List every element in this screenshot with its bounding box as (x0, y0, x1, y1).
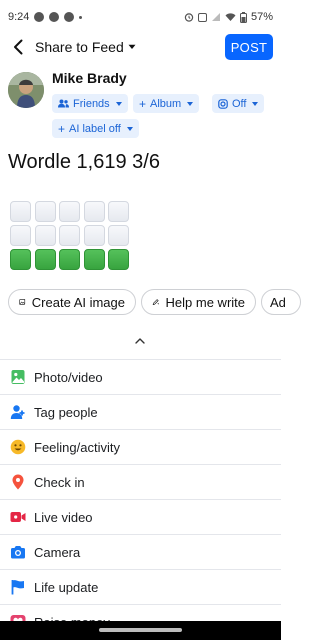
wordle-tile-empty (108, 225, 129, 246)
nfc-icon (197, 12, 207, 22)
wordle-tile-empty (108, 201, 129, 222)
wordle-tile-empty (10, 201, 31, 222)
system-navigation-bar (0, 621, 281, 640)
back-arrow-icon (14, 39, 23, 55)
chevron-down-icon (126, 126, 133, 131)
battery-icon (239, 11, 247, 23)
more-notifications-icon (79, 15, 83, 19)
user-name: Mike Brady (52, 70, 127, 86)
instagram-icon (218, 98, 228, 109)
audience-selector[interactable]: Friends (52, 94, 128, 113)
ai-label-text: AI label off (69, 122, 121, 135)
album-label: Album (150, 97, 182, 110)
instagram-toggle[interactable]: Off (212, 94, 265, 113)
wordle-tile-green (34, 249, 56, 270)
home-gesture-handle[interactable] (99, 628, 182, 632)
menu-item-label: Tag people (34, 405, 98, 420)
messenger-notification-icon (64, 12, 75, 22)
status-time: 9:24 (8, 11, 30, 23)
chevron-up-icon (135, 338, 145, 344)
wordle-tile-green (83, 249, 105, 270)
alarm-icon (184, 13, 194, 22)
facebook-notification-icon (34, 12, 45, 22)
pen-sparkle-icon (152, 299, 160, 306)
battery-level: 57% (250, 11, 273, 23)
instagram-toggle-label: Off (232, 97, 247, 110)
live-video-icon (10, 512, 26, 522)
create-ai-image-label: Create AI image (31, 294, 125, 310)
location-pin-icon (12, 474, 24, 490)
menu-item-label: Check in (34, 475, 85, 490)
album-selector[interactable]: + Album (133, 94, 200, 113)
menu-item-feeling-activity[interactable]: Feeling/activity (0, 429, 281, 464)
back-button[interactable] (8, 34, 28, 60)
wordle-tile-empty (10, 225, 31, 246)
menu-item-label: Feeling/activity (34, 440, 120, 455)
menu-item-live-video[interactable]: Live video (0, 499, 281, 534)
friends-icon (58, 99, 69, 108)
wordle-tile-empty (34, 201, 56, 222)
chevron-down-icon (128, 44, 136, 49)
camera-icon (11, 546, 25, 559)
menu-item-label: Camera (34, 545, 81, 560)
wordle-tile-green (10, 249, 31, 270)
help-me-write-button[interactable]: Help me write (141, 289, 256, 315)
top-bar: Share to Feed POST (0, 34, 281, 60)
image-sparkle-icon (19, 298, 26, 305)
menu-item-camera[interactable]: Camera (0, 534, 281, 569)
audience-label: Friends (73, 97, 110, 110)
status-bar: 9:24 57% (0, 0, 281, 34)
collapse-button[interactable] (130, 334, 150, 348)
wordle-tile-green (59, 249, 80, 270)
page-title: Share to Feed (35, 39, 124, 55)
more-ai-action-label: Ad (270, 294, 286, 310)
more-ai-action-button[interactable]: Ad (261, 289, 301, 315)
wordle-tile-green (108, 249, 129, 270)
menu-item-label: Photo/video (34, 370, 103, 385)
avatar (8, 72, 44, 108)
wordle-tile-empty (83, 225, 105, 246)
plus-icon: + (58, 121, 66, 136)
help-me-write-label: Help me write (165, 294, 245, 310)
share-destination-selector[interactable]: Share to Feed (35, 39, 136, 55)
chevron-down-icon (252, 101, 259, 106)
wordle-tile-empty (34, 225, 56, 246)
chevron-down-icon (187, 101, 194, 106)
ai-label-selector[interactable]: + AI label off (52, 119, 139, 138)
messenger-notification-icon (49, 12, 60, 22)
post-text-input[interactable]: Wordle 1,619 3/6 (8, 151, 160, 174)
menu-item-label: Life update (34, 580, 99, 595)
chevron-down-icon (115, 101, 122, 106)
wordle-tile-empty (59, 201, 80, 222)
tag-people-icon (10, 405, 25, 419)
create-ai-image-button[interactable]: Create AI image (8, 289, 136, 315)
smiley-icon (10, 439, 26, 455)
menu-item-check-in[interactable]: Check in (0, 464, 281, 499)
menu-item-life-update[interactable]: Life update (0, 569, 281, 604)
wifi-icon (225, 13, 236, 21)
flag-icon (11, 580, 24, 595)
photo-icon (11, 370, 25, 384)
plus-icon: + (139, 96, 147, 111)
post-button[interactable]: POST (225, 34, 273, 60)
menu-item-tag-people[interactable]: Tag people (0, 394, 281, 429)
menu-item-photo-video[interactable]: Photo/video (0, 359, 281, 394)
signal-icon (211, 13, 220, 21)
wordle-tile-empty (83, 201, 105, 222)
menu-item-label: Live video (34, 510, 93, 525)
wordle-tile-empty (59, 225, 80, 246)
